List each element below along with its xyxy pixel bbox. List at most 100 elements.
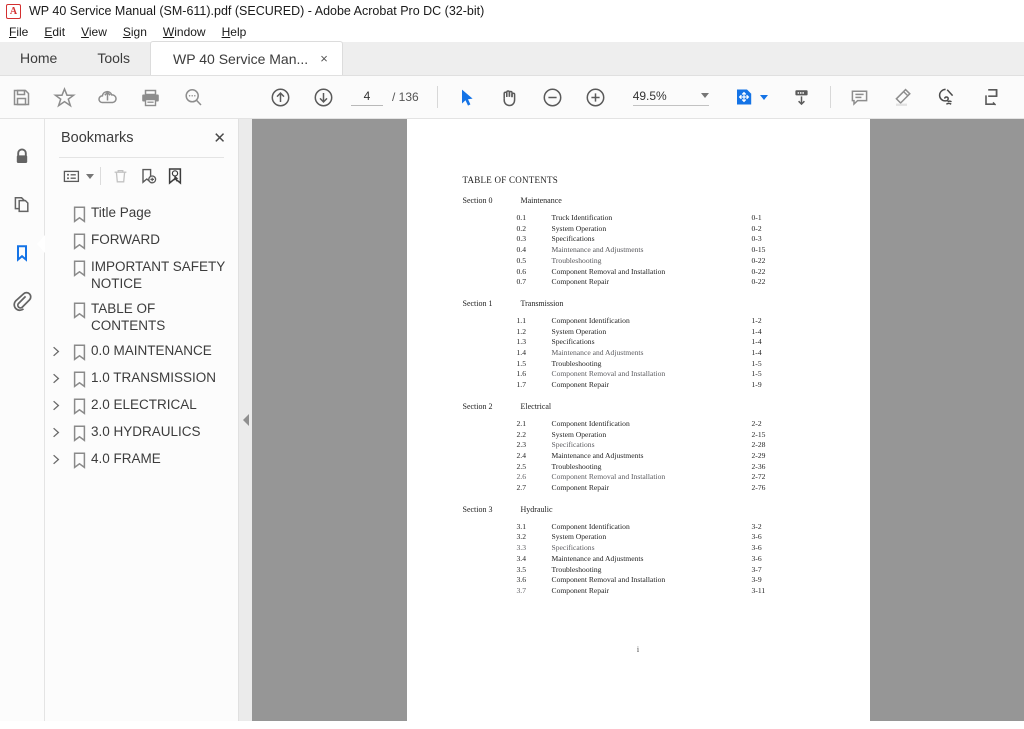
bookmark-item[interactable]: TABLE OF CONTENTS bbox=[45, 296, 238, 338]
bookmark-label: TABLE OF CONTENTS bbox=[91, 301, 166, 333]
new-bookmark-button[interactable] bbox=[134, 163, 161, 190]
toc-entry[interactable]: 1.4 Maintenance and Adjustments 1-4 bbox=[407, 348, 870, 359]
toc-entry[interactable]: 1.7 Component Repair 1-9 bbox=[407, 380, 870, 391]
menu-item-view[interactable]: View bbox=[73, 25, 115, 39]
document-viewport[interactable]: TABLE OF CONTENTS Section 0 Maintenance 0.… bbox=[252, 119, 1024, 721]
toolbar-divider-1 bbox=[436, 86, 438, 108]
tab-close-icon[interactable]: × bbox=[320, 52, 328, 65]
toc-entry[interactable]: 2.2 System Operation 2-15 bbox=[407, 430, 870, 441]
menu-item-file[interactable]: File bbox=[7, 25, 36, 39]
bookmark-options-chevron-down-icon[interactable] bbox=[86, 173, 94, 179]
add-to-favorites-button[interactable] bbox=[43, 76, 86, 119]
toc-entry-title: Component Removal and Installation bbox=[551, 472, 666, 482]
bookmark-item[interactable]: 2.0 ELECTRICAL bbox=[45, 392, 238, 419]
toc-entry-number: 0.7 bbox=[516, 277, 527, 287]
bookmark-item[interactable]: 4.0 FRAME bbox=[45, 446, 238, 473]
sign-document-button[interactable] bbox=[924, 76, 967, 119]
toc-entry-page: 2-72 bbox=[751, 472, 766, 482]
stamp-button[interactable] bbox=[971, 76, 1014, 119]
menu-item-window[interactable]: Window bbox=[155, 25, 214, 39]
menu-item-help[interactable]: Help bbox=[214, 25, 255, 39]
zoom-in-button[interactable] bbox=[574, 76, 617, 119]
expand-chevron-right-icon[interactable] bbox=[45, 342, 67, 357]
menu-item-edit[interactable]: Edit bbox=[36, 25, 73, 39]
bookmark-item[interactable]: Title Page bbox=[45, 200, 238, 227]
bookmark-item[interactable]: 3.0 HYDRAULICS bbox=[45, 419, 238, 446]
save-file-button[interactable] bbox=[0, 76, 43, 119]
add-comment-button[interactable] bbox=[838, 76, 881, 119]
highlight-text-button[interactable] bbox=[881, 76, 924, 119]
toc-entry-number: 2.1 bbox=[516, 418, 527, 428]
bookmark-item[interactable]: IMPORTANT SAFETY NOTICE bbox=[45, 254, 238, 296]
expand-chevron-right-icon[interactable] bbox=[45, 396, 67, 411]
toc-entry[interactable]: 2.1 Component Identification 2-2 bbox=[407, 419, 870, 430]
toc-entry[interactable]: 3.1 Component Identification 3-2 bbox=[407, 522, 870, 533]
toc-entry-title: Component Identification bbox=[551, 418, 630, 428]
previous-page-button[interactable] bbox=[259, 76, 302, 119]
menu-item-sign[interactable]: Sign bbox=[115, 25, 155, 39]
toc-entry[interactable]: 3.3 Specifications 3-6 bbox=[407, 543, 870, 554]
bookmarks-panel-header: Bookmarks ✕ bbox=[45, 119, 238, 157]
tab-tools[interactable]: Tools bbox=[77, 41, 150, 75]
bookmark-item[interactable]: 1.0 TRANSMISSION bbox=[45, 365, 238, 392]
toc-entry[interactable]: 0.6 Component Removal and Installation 0-2… bbox=[407, 267, 870, 278]
toc-entry-title: Component Removal and Installation bbox=[551, 369, 666, 379]
upload-to-cloud-button[interactable] bbox=[86, 76, 129, 119]
toc-entry[interactable]: 0.2 System Operation 0-2 bbox=[407, 224, 870, 235]
toc-rows: 1.1 Component Identification 1-2 1.2 System … bbox=[407, 316, 870, 391]
tab-home[interactable]: Home bbox=[0, 41, 77, 75]
toc-entry[interactable]: 3.6 Component Removal and Installation 3-9 bbox=[407, 575, 870, 586]
toc-entry[interactable]: 0.5 Troubleshooting 0-22 bbox=[407, 256, 870, 267]
select-tool-button[interactable] bbox=[445, 76, 488, 119]
bookmark-options-menu[interactable] bbox=[58, 163, 85, 190]
sidebar-security-lock[interactable] bbox=[0, 133, 44, 181]
expand-chevron-right-icon[interactable] bbox=[45, 369, 67, 384]
bookmark-item[interactable]: 0.0 MAINTENANCE bbox=[45, 338, 238, 365]
expand-chevron-right-icon[interactable] bbox=[45, 450, 67, 465]
find-text-button[interactable] bbox=[172, 76, 215, 119]
toc-entry[interactable]: 0.1 Truck Identification 0-1 bbox=[407, 213, 870, 224]
toc-entry[interactable]: 3.4 Maintenance and Adjustments 3-6 bbox=[407, 554, 870, 565]
toc-entry[interactable]: 3.7 Component Repair 3-11 bbox=[407, 586, 870, 597]
toc-entry[interactable]: 2.7 Component Repair 2-76 bbox=[407, 483, 870, 494]
toc-entry[interactable]: 1.1 Component Identification 1-2 bbox=[407, 316, 870, 327]
bookmark-label: 3.0 HYDRAULICS bbox=[91, 424, 201, 439]
toc-entry-number: 0.2 bbox=[516, 223, 527, 233]
delete-bookmark-button[interactable] bbox=[107, 163, 134, 190]
toc-entry[interactable]: 2.3 Specifications 2-28 bbox=[407, 440, 870, 451]
toc-entry[interactable]: 1.5 Troubleshooting 1-5 bbox=[407, 359, 870, 370]
scroll-mode-button[interactable] bbox=[780, 76, 823, 119]
sidebar-attachments[interactable] bbox=[0, 277, 44, 325]
toc-entry[interactable]: 0.4 Maintenance and Adjustments 0-15 bbox=[407, 245, 870, 256]
toc-entry[interactable]: 1.6 Component Removal and Installation 1-5 bbox=[407, 369, 870, 380]
toc-entry-page: 2-2 bbox=[751, 418, 762, 428]
close-icon[interactable]: ✕ bbox=[213, 131, 226, 146]
zoom-out-button[interactable] bbox=[531, 76, 574, 119]
toc-entry[interactable]: 3.2 System Operation 3-6 bbox=[407, 532, 870, 543]
fit-page-chevron-down-icon[interactable] bbox=[759, 94, 768, 100]
toc-entry-title: Specifications bbox=[551, 440, 595, 450]
sidebar-bookmarks[interactable] bbox=[0, 229, 45, 277]
toc-entry[interactable]: 1.3 Specifications 1-4 bbox=[407, 337, 870, 348]
zoom-level-selector[interactable]: 49.5% bbox=[632, 89, 709, 106]
sidebar-page-thumbnails[interactable] bbox=[0, 181, 44, 229]
page-number-input[interactable] bbox=[351, 88, 383, 106]
expand-chevron-right-icon[interactable] bbox=[45, 423, 67, 438]
select-bookmark-button[interactable] bbox=[161, 163, 188, 190]
toc-entry[interactable]: 0.3 Specifications 0-3 bbox=[407, 234, 870, 245]
toc-entry-number: 0.3 bbox=[516, 234, 527, 244]
toc-entry[interactable]: 2.4 Maintenance and Adjustments 2-29 bbox=[407, 451, 870, 462]
toc-entry[interactable]: 2.6 Component Removal and Installation 2-7… bbox=[407, 472, 870, 483]
toc-entry[interactable]: 0.7 Component Repair 0-22 bbox=[407, 277, 870, 288]
collapse-panel-handle[interactable] bbox=[239, 119, 252, 721]
toc-entry-page: 2-36 bbox=[751, 461, 766, 471]
bookmark-icon bbox=[67, 396, 91, 415]
toc-entry[interactable]: 3.5 Troubleshooting 3-7 bbox=[407, 565, 870, 576]
bookmark-item[interactable]: FORWARD bbox=[45, 227, 238, 254]
toc-entry[interactable]: 2.5 Troubleshooting 2-36 bbox=[407, 462, 870, 473]
next-page-button[interactable] bbox=[302, 76, 345, 119]
print-file-button[interactable] bbox=[129, 76, 172, 119]
tab-wp-40-service-man[interactable]: WP 40 Service Man... × bbox=[150, 41, 343, 75]
toc-entry[interactable]: 1.2 System Operation 1-4 bbox=[407, 327, 870, 338]
pan-hand-tool-button[interactable] bbox=[488, 76, 531, 119]
